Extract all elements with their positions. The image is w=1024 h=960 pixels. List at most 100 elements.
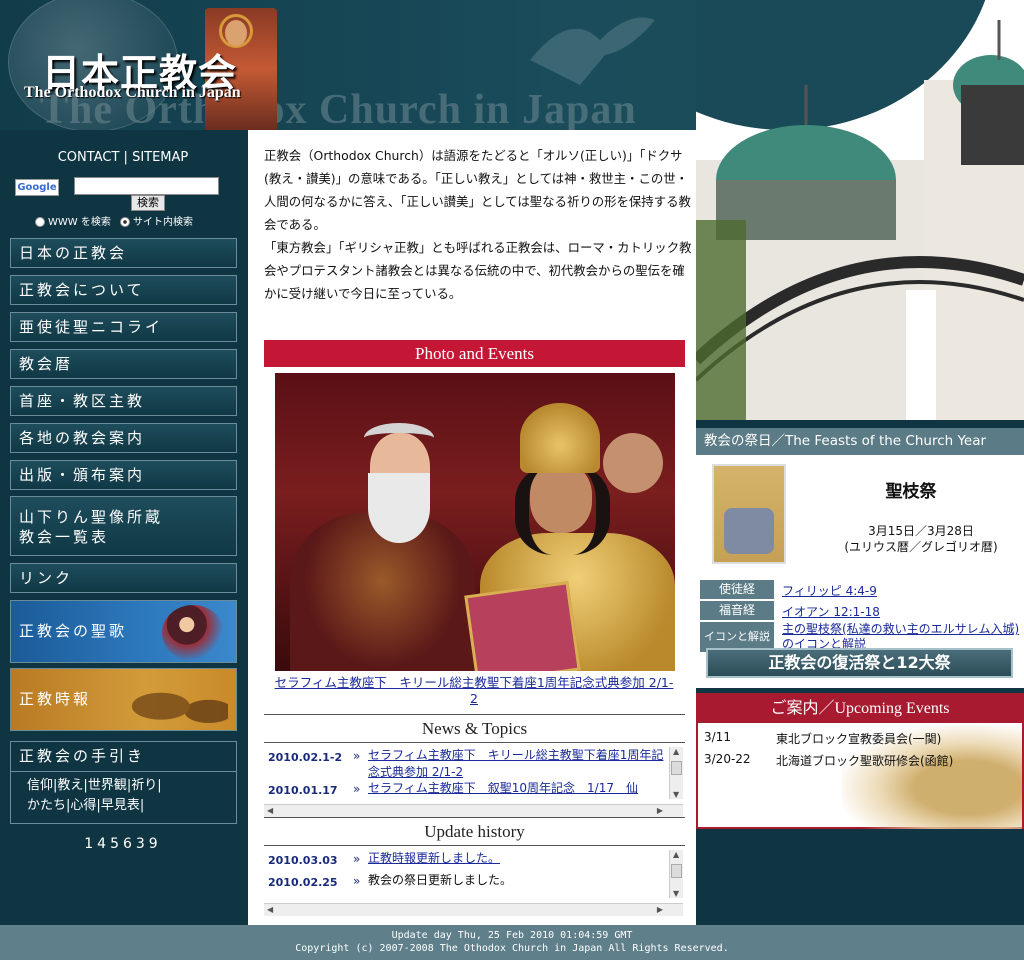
bullet-icon: » — [353, 782, 361, 796]
search-button[interactable]: 検索 — [131, 195, 165, 211]
feast-panel-title: 教会の祭日／The Feasts of the Church Year — [696, 428, 1024, 455]
scroll-left-icon[interactable]: ◀ — [267, 905, 273, 914]
intro-paragraph-2: 「東方教会」「ギリシャ正教」とも呼ばれる正教会は、ローマ・カトリック教会やプロテ… — [264, 240, 692, 301]
sitemap-link[interactable]: SITEMAP — [132, 150, 188, 165]
reading-epistle: 使徒経 フィリッピ 4:4-9 — [700, 580, 1022, 601]
guide-link-faith[interactable]: 信仰 — [27, 778, 53, 793]
google-logo: Google — [15, 179, 59, 196]
nav-item-calendar[interactable]: 教会暦 — [10, 349, 237, 379]
update-text: 教会の祭日更新しました。 — [368, 873, 513, 887]
bullet-icon: » — [353, 749, 361, 763]
separator: | — [157, 778, 162, 793]
icon-figure — [724, 508, 774, 554]
beard — [368, 473, 430, 543]
guide-link-prayer[interactable]: 祈り — [131, 778, 157, 793]
update-horizontal-scrollbar[interactable]: ◀ ▶ — [264, 903, 683, 916]
theotokos-icon — [162, 605, 224, 661]
photo-caption-link[interactable]: セラフィム主教座下 キリール総主教聖下着座1周年記念式典参加 2/1-2 — [274, 675, 674, 707]
news-vertical-scrollbar[interactable]: ▲ ▼ — [669, 747, 683, 799]
guide-links: 信仰|教え|世界観|祈り| かたち|心得|早見表| — [11, 772, 236, 816]
news-list[interactable]: 2010.02.1-2 » セラフィム主教座下 キリール総主教聖下着座1周年記念… — [264, 743, 685, 817]
news-link[interactable]: セラフィム主教座下 キリール総主教聖下着座1周年記念式典参加 2/1-2 — [368, 747, 666, 781]
nav-item-st-nikolai[interactable]: 亜使徒聖ニコライ — [10, 312, 237, 342]
feast-icon-image[interactable] — [712, 464, 786, 564]
reading-gospel: 福音経 イオアン 12:1-18 — [700, 601, 1022, 622]
news-row: 2010.02.1-2 » セラフィム主教座下 キリール総主教聖下着座1周年記念… — [264, 743, 685, 784]
person-left — [290, 413, 475, 671]
update-row: 2010.03.03 » 正教時報更新しました。 — [264, 846, 685, 868]
update-history-box: Update history 2010.03.03 » 正教時報更新しました。 … — [264, 817, 685, 916]
update-day: Update day Thu, 25 Feb 2010 01:04:59 GMT — [391, 930, 633, 941]
gospel-book — [464, 581, 581, 671]
nav-item-links[interactable]: リンク — [10, 563, 237, 593]
scroll-left-icon[interactable]: ◀ — [267, 806, 273, 815]
scroll-right-icon[interactable]: ▶ — [657, 806, 663, 815]
scroll-thumb[interactable] — [671, 761, 682, 775]
page: The Orthodox Church in Japan 日本正教会 The O… — [0, 0, 1024, 960]
update-vertical-scrollbar[interactable]: ▲ ▼ — [669, 850, 683, 898]
radio-www[interactable] — [35, 217, 45, 227]
reading-label: 福音経 — [700, 601, 774, 620]
guide-title[interactable]: 正教会の手引き — [11, 742, 236, 772]
news-date: 2010.02.1-2 — [268, 751, 343, 764]
feast-date: 3月15日／3月28日 (ユリウス暦／グレゴリオ暦) — [826, 523, 1016, 555]
event-photo[interactable] — [275, 373, 675, 671]
cathedral-photo — [696, 0, 1024, 420]
photo-events-banner: Photo and Events — [264, 340, 685, 367]
event-date: 3/20-22 — [704, 752, 751, 766]
intro-text: 正教会（Orthodox Church）は語源をたどると「オルソ(正しい)」「ド… — [264, 144, 692, 305]
pascha-12-feasts-button[interactable]: 正教会の復活祭と12大祭 — [706, 648, 1013, 678]
separator: | — [123, 150, 128, 165]
main-content: 正教会（Orthodox Church）は語源をたどると「オルソ(正しい)」「ド… — [248, 130, 696, 925]
guide-link-quickref[interactable]: 早見表 — [101, 798, 140, 813]
feast-date-line1: 3月15日／3月28日 — [868, 524, 974, 538]
mitre — [520, 403, 600, 473]
feast-readings: 使徒経 フィリッピ 4:4-9 福音経 イオアン 12:1-18 イコンと解説 … — [700, 580, 1022, 654]
events-title: ご案内／Upcoming Events — [698, 695, 1022, 723]
reading-link[interactable]: イオアン 12:1-18 — [782, 603, 880, 620]
site-footer: Update day Thu, 25 Feb 2010 01:04:59 GMT… — [0, 925, 1024, 960]
guide-link-worldview[interactable]: 世界観 — [88, 778, 127, 793]
guide-link-form[interactable]: かたち — [27, 798, 66, 813]
nav-item-seikyo-jiho[interactable]: 正教時報 — [10, 668, 237, 731]
scroll-right-icon[interactable]: ▶ — [657, 905, 663, 914]
face — [530, 463, 592, 533]
guide-link-teaching[interactable]: 教え — [57, 778, 83, 793]
feast-name: 聖枝祭 — [885, 482, 937, 502]
nav-item-bishops[interactable]: 首座・教区主教 — [10, 386, 237, 416]
update-list[interactable]: 2010.03.03 » 正教時報更新しました。 2010.02.25 » 教会… — [264, 846, 685, 916]
event-row: 3/11 東北ブロック宣教委員会(一関) — [698, 725, 1022, 747]
guide-link-etiquette[interactable]: 心得 — [70, 798, 96, 813]
nav-item-japan-orthodox[interactable]: 日本の正教会 — [10, 238, 237, 268]
nav-item-publications[interactable]: 出版・頒布案内 — [10, 460, 237, 490]
bullet-icon: » — [353, 874, 361, 888]
site-title-en[interactable]: The Orthodox Church in Japan — [24, 84, 241, 102]
event-date: 3/11 — [704, 730, 731, 744]
church-dome-icon — [132, 675, 228, 727]
radio-site[interactable] — [120, 217, 131, 227]
news-link[interactable]: セラフィム主教座下 叙聖10周年記念 1/17 仙 — [368, 780, 648, 797]
update-date: 2010.02.25 — [268, 876, 338, 889]
upcoming-events-panel: ご案内／Upcoming Events 3/11 東北ブロック宣教委員会(一関)… — [696, 693, 1024, 829]
left-sidebar: CONTACT | SITEMAP Google 検索 WWW を検索 サイト内… — [0, 130, 246, 925]
separator: | — [139, 798, 145, 813]
update-link[interactable]: 正教時報更新しました。 — [368, 850, 666, 867]
nav-item-jiho-label: 正教時報 — [19, 690, 92, 708]
nav-item-churches[interactable]: 各地の教会案内 — [10, 423, 237, 453]
scroll-down-icon[interactable]: ▼ — [673, 790, 679, 799]
scroll-down-icon[interactable]: ▼ — [673, 889, 679, 898]
scroll-thumb[interactable] — [671, 864, 682, 878]
visit-counter: 145639 — [84, 836, 162, 852]
search-input[interactable] — [74, 177, 219, 195]
guide-box: 正教会の手引き 信仰|教え|世界観|祈り| かたち|心得|早見表| — [10, 741, 237, 824]
nav-item-yamashita-rin[interactable]: 山下りん聖像所蔵 教会一覧表 — [10, 496, 237, 556]
news-horizontal-scrollbar[interactable]: ◀ ▶ — [264, 804, 683, 817]
scroll-up-icon[interactable]: ▲ — [673, 850, 679, 859]
nav-item-hymns[interactable]: 正教会の聖歌 — [10, 600, 237, 663]
bullet-icon: » — [353, 852, 361, 866]
contact-link[interactable]: CONTACT — [58, 150, 120, 165]
scroll-up-icon[interactable]: ▲ — [673, 747, 679, 756]
nav-item-label-line1: 山下りん聖像所蔵 — [19, 508, 164, 526]
nav-item-about[interactable]: 正教会について — [10, 275, 237, 305]
reading-link[interactable]: フィリッピ 4:4-9 — [782, 582, 877, 599]
